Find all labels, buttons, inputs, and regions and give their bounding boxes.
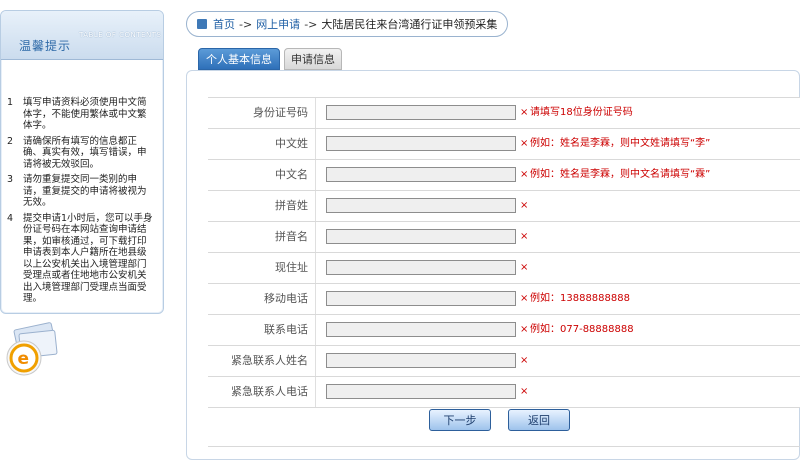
current-address-label: 现住址 [275, 261, 308, 274]
row-divider [315, 129, 316, 159]
next-step-button[interactable]: 下一步 [429, 409, 491, 431]
emergency-contact-phone-input[interactable] [326, 384, 516, 399]
required-mark: × [520, 324, 529, 335]
ie-logo-icon: e [6, 322, 58, 376]
form-row-current-address: 现住址 × [208, 253, 800, 284]
tip-text: 填写申请资料必须使用中文简体字，不能使用繁体或中文繁体字。 [23, 97, 147, 131]
row-divider [315, 191, 316, 221]
id-number-label: 身份证号码 [253, 106, 308, 119]
svg-text:e: e [18, 349, 30, 369]
tip-number: 1 [7, 97, 14, 108]
id-number-hint: 请填写18位身份证号码 [530, 107, 633, 118]
chinese-given-name-hint: 例如：姓名是李霖，则中文名请填写“霖” [530, 169, 711, 180]
breadcrumb-separator: -> [304, 17, 318, 31]
form-row-emergency-contact-name: 紧急联系人姓名 × [208, 346, 800, 377]
tip-text: 请勿重复提交同一类别的申请，重复提交的申请将被视为无效。 [23, 174, 147, 208]
required-mark: × [520, 262, 529, 273]
sidebar-title: 温馨提示 [19, 39, 72, 53]
breadcrumb-apply-link[interactable]: 网上申请 [256, 16, 300, 32]
form-row-pinyin-surname: 拼音姓 × [208, 191, 800, 222]
chinese-surname-input[interactable] [326, 136, 516, 151]
row-divider [315, 253, 316, 283]
form-row-pinyin-given-name: 拼音名 × [208, 222, 800, 253]
chinese-given-name-input[interactable] [326, 167, 516, 182]
back-button[interactable]: 返回 [508, 409, 570, 431]
mobile-phone-hint: 例如：13888888888 [530, 293, 630, 304]
chinese-given-name-label: 中文名 [275, 168, 308, 181]
pinyin-surname-label: 拼音姓 [275, 199, 308, 212]
sidebar-subtitle: TABLE OF CONTENTS [79, 31, 162, 39]
form-row-id-number: 身份证号码 × 请填写18位身份证号码 [208, 97, 800, 129]
tip-number: 4 [7, 212, 14, 224]
form-row-mobile-phone: 移动电话 × 例如：13888888888 [208, 284, 800, 315]
row-divider [315, 377, 316, 407]
row-divider [315, 98, 316, 128]
form-table: 身份证号码 × 请填写18位身份证号码 中文姓 × 例如：姓名是李霖，则中文姓请… [208, 97, 800, 408]
tip-item: 1 填写申请资料必须使用中文简体字，不能使用繁体或中文繁体字。 [7, 97, 155, 132]
row-divider [315, 315, 316, 345]
required-mark: × [520, 169, 529, 180]
tip-item: 4 提交申请1小时后，您可以手身份证号码在本网站查询申请结果，如审核通过，可下载… [7, 213, 155, 305]
current-address-input[interactable] [326, 260, 516, 275]
contact-phone-input[interactable] [326, 322, 516, 337]
breadcrumb: 首页 -> 网上申请 -> 大陆居民往来台湾通行证申领预采集 [186, 11, 508, 37]
pinyin-given-name-input[interactable] [326, 229, 516, 244]
contact-phone-label: 联系电话 [264, 323, 308, 336]
required-mark: × [520, 355, 529, 366]
row-divider [315, 284, 316, 314]
tip-text: 提交申请1小时后，您可以手身份证号码在本网站查询申请结果，如审核通过，可下载打印… [23, 212, 153, 305]
form-row-emergency-contact-phone: 紧急联系人电话 × [208, 377, 800, 408]
tab-application-info[interactable]: 申请信息 [284, 48, 342, 70]
breadcrumb-current: 大陆居民往来台湾通行证申领预采集 [321, 18, 498, 31]
tab-personal-info[interactable]: 个人基本信息 [198, 48, 280, 70]
emergency-contact-name-label: 紧急联系人姓名 [231, 354, 308, 367]
required-mark: × [520, 200, 529, 211]
sidebar-header: 温馨提示 TABLE OF CONTENTS [1, 11, 163, 60]
breadcrumb-separator: -> [239, 17, 253, 31]
required-mark: × [520, 293, 529, 304]
row-divider [315, 346, 316, 376]
id-number-input[interactable] [326, 105, 516, 120]
tip-item: 2 请确保所有填写的信息都正确、真实有效，填写错误，申请将被无效驳回。 [7, 136, 155, 171]
row-divider [315, 222, 316, 252]
tip-number: 2 [7, 135, 14, 147]
chinese-surname-hint: 例如：姓名是李霖，则中文姓请填写“李” [530, 138, 711, 149]
tip-item: 3 请勿重复提交同一类别的申请，重复提交的申请将被视为无效。 [7, 174, 155, 209]
contact-phone-hint: 例如：077-88888888 [530, 324, 634, 335]
tips-sidebar: 温馨提示 TABLE OF CONTENTS 1 填写申请资料必须使用中文简体字… [0, 10, 164, 314]
required-mark: × [520, 138, 529, 149]
form-row-chinese-given-name: 中文名 × 例如：姓名是李霖，则中文名请填写“霖” [208, 160, 800, 191]
home-icon [197, 19, 207, 29]
mobile-phone-label: 移动电话 [264, 292, 308, 305]
mobile-phone-input[interactable] [326, 291, 516, 306]
tip-number: 3 [7, 174, 14, 185]
form-row-chinese-surname: 中文姓 × 例如：姓名是李霖，则中文姓请填写“李” [208, 129, 800, 160]
tips-list: 1 填写申请资料必须使用中文简体字，不能使用繁体或中文繁体字。 2 请确保所有填… [7, 97, 155, 309]
required-mark: × [520, 107, 529, 118]
bottom-divider [208, 446, 800, 447]
chinese-surname-label: 中文姓 [275, 137, 308, 150]
emergency-contact-name-input[interactable] [326, 353, 516, 368]
breadcrumb-home-link[interactable]: 首页 [213, 16, 235, 32]
form-row-contact-phone: 联系电话 × 例如：077-88888888 [208, 315, 800, 346]
emergency-contact-phone-label: 紧急联系人电话 [231, 385, 308, 398]
required-mark: × [520, 231, 529, 242]
tip-text: 请确保所有填写的信息都正确、真实有效，填写错误，申请将被无效驳回。 [23, 135, 147, 170]
required-mark: × [520, 386, 529, 397]
pinyin-surname-input[interactable] [326, 198, 516, 213]
row-divider [315, 160, 316, 190]
pinyin-given-name-label: 拼音名 [275, 230, 308, 243]
